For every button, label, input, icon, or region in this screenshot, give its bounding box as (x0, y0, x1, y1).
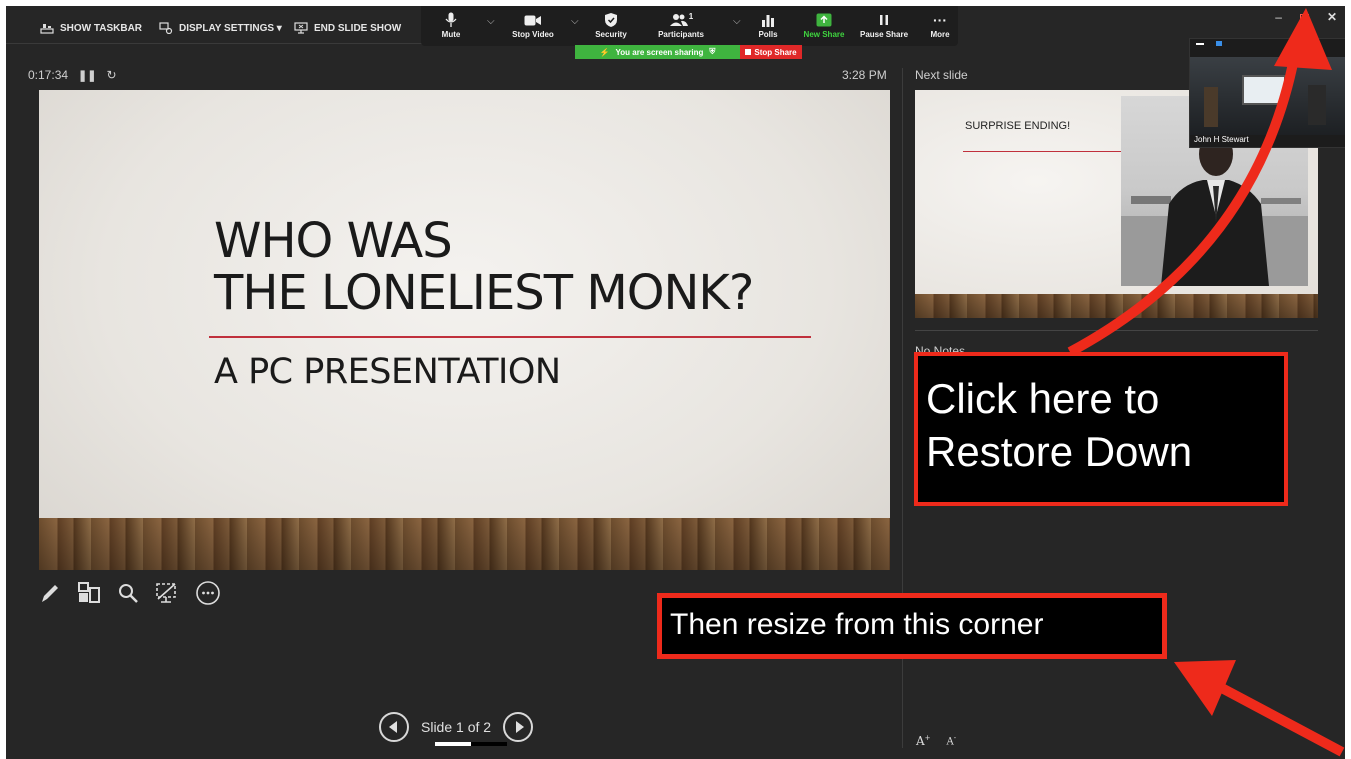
restore-arrow-head (1274, 8, 1332, 70)
resize-arrow-shaft (1215, 681, 1345, 757)
restore-arrow-shaft (1067, 47, 1301, 357)
resize-corner-callout: Then resize from this corner (657, 593, 1167, 659)
restore-down-callout: Click here to Restore Down (914, 352, 1288, 506)
